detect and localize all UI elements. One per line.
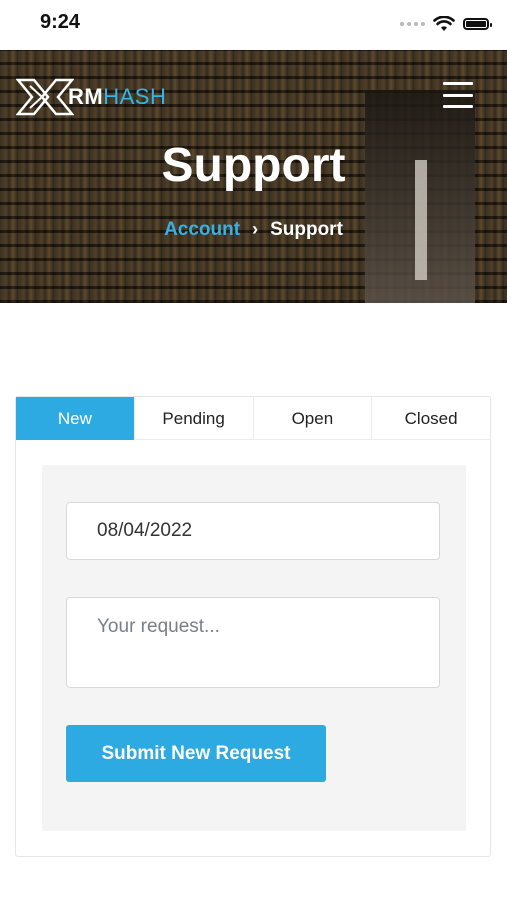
breadcrumb-account-link[interactable]: Account [164, 219, 240, 240]
request-textarea[interactable] [66, 597, 440, 688]
hamburger-menu-icon[interactable] [443, 82, 473, 108]
status-icons [400, 14, 492, 34]
tab-closed[interactable]: Closed [371, 397, 490, 440]
breadcrumb: Account › Support [0, 219, 507, 241]
tab-open[interactable]: Open [252, 397, 372, 440]
support-tabs: New Pending Open Closed [16, 397, 490, 440]
tab-pending[interactable]: Pending [133, 397, 253, 440]
logo[interactable]: RM HASH [16, 78, 166, 116]
battery-icon [463, 18, 492, 30]
breadcrumb-current: Support [270, 219, 343, 240]
status-bar: 9:24 [0, 0, 507, 50]
logo-text-rm: RM [68, 84, 104, 109]
page-title: Support [161, 139, 346, 192]
signal-icon [400, 22, 425, 26]
tab-new[interactable]: New [16, 397, 134, 440]
logo-x-icon [16, 78, 74, 116]
wifi-icon [433, 16, 455, 31]
submit-request-button[interactable]: Submit New Request [66, 725, 326, 782]
chevron-right-icon: › [252, 219, 259, 239]
new-request-form: Submit New Request [42, 465, 466, 831]
support-card: New Pending Open Closed Submit New Reque… [15, 396, 491, 857]
status-time: 9:24 [40, 11, 81, 33]
date-field[interactable] [66, 502, 440, 560]
logo-text-hash: HASH [103, 84, 167, 109]
